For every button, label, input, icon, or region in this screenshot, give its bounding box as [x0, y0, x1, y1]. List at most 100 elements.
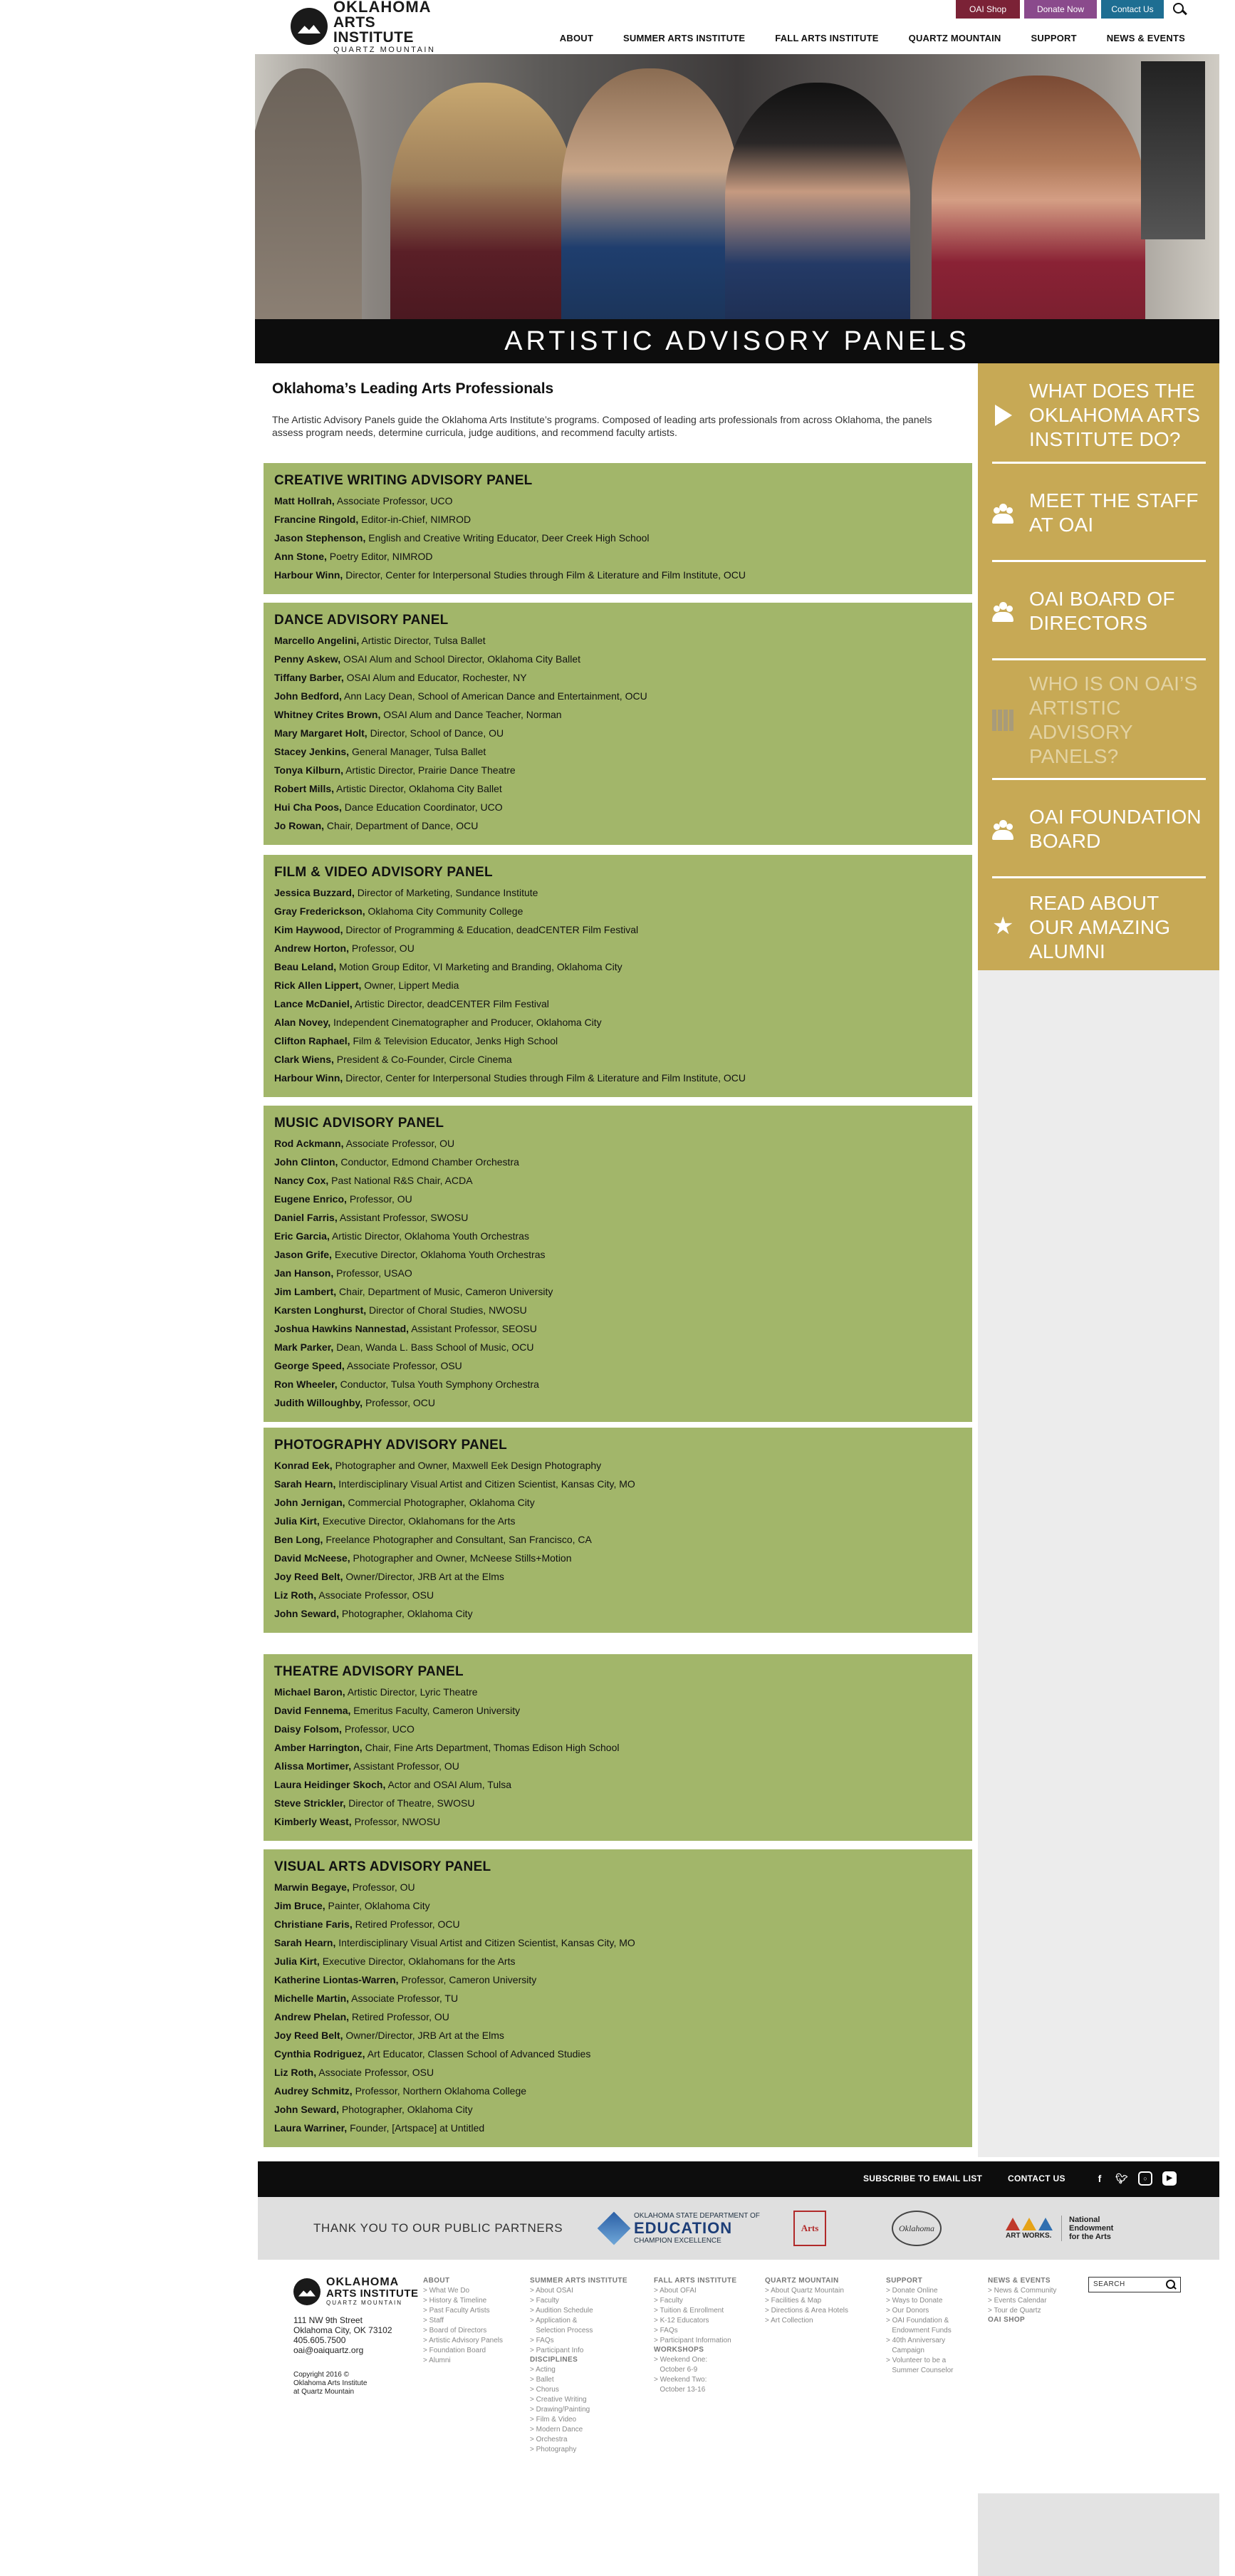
footer-column-heading[interactable]: QUARTZ MOUNTAIN	[765, 2277, 848, 2285]
footer-column-heading[interactable]: SUMMER ARTS INSTITUTE	[530, 2277, 627, 2285]
footer-link[interactable]: > About OFAI	[654, 2286, 737, 2296]
footer-link[interactable]: > Past Faculty Artists	[423, 2306, 503, 2316]
nea-logo[interactable]: ART WORKS. National Endowment for the Ar…	[1006, 2210, 1113, 2247]
footer-link[interactable]: Summer Counselor	[886, 2366, 953, 2376]
footer-link[interactable]: > Drawing/Painting	[530, 2405, 627, 2415]
footer-link[interactable]: > Our Donors	[886, 2306, 953, 2316]
footer-link[interactable]: > About Quartz Mountain	[765, 2286, 848, 2296]
footer-link[interactable]: > Creative Writing	[530, 2395, 627, 2405]
nav-quartz-mountain[interactable]: QUARTZ MOUNTAIN	[894, 33, 1016, 43]
nav-fall-arts-institute[interactable]: FALL ARTS INSTITUTE	[760, 33, 893, 43]
footer-link[interactable]: > Orchestra	[530, 2435, 627, 2445]
footer-search-input[interactable]: SEARCH	[1088, 2277, 1181, 2292]
panel-member: Laura Warriner, Founder, [Artspace] at U…	[274, 2119, 962, 2137]
member-role: Freelance Photographer and Consultant, S…	[325, 1534, 592, 1545]
member-name: Matt Hollrah,	[274, 495, 335, 507]
member-role: Professor, OU	[351, 942, 415, 954]
nav-news-events[interactable]: NEWS & EVENTS	[1092, 33, 1185, 43]
sidebar-item-meet-staff[interactable]: MEET THE STAFF AT OAI	[978, 470, 1219, 556]
footer-link[interactable]: Endowment Funds	[886, 2326, 953, 2336]
education-logo[interactable]: OKLAHOMA STATE DEPARTMENT OF EDUCATION C…	[597, 2210, 760, 2247]
footer-link[interactable]: > Directions & Area Hotels	[765, 2306, 848, 2316]
youtube-icon[interactable]: ▶	[1162, 2171, 1177, 2186]
footer-column-heading[interactable]: ABOUT	[423, 2277, 503, 2285]
oai-shop-button[interactable]: OAI Shop	[956, 0, 1020, 19]
footer-link[interactable]: > Alumni	[423, 2356, 503, 2366]
search-icon[interactable]	[1168, 0, 1189, 19]
footer-link[interactable]: > Donate Online	[886, 2286, 953, 2296]
nav-summer-arts-institute[interactable]: SUMMER ARTS INSTITUTE	[608, 33, 760, 43]
sidebar-item-alumni[interactable]: READ ABOUT OUR AMAZING ALUMNI	[978, 885, 1219, 970]
footer-link[interactable]: > Ballet	[530, 2375, 627, 2385]
footer-link[interactable]: > Artistic Advisory Panels	[423, 2336, 503, 2346]
nav-about[interactable]: ABOUT	[545, 33, 608, 43]
footer-link[interactable]: > K-12 Educators	[654, 2316, 737, 2326]
footer-column-heading[interactable]: OAI SHOP	[988, 2316, 1056, 2324]
footer-link[interactable]: > About OSAI	[530, 2286, 627, 2296]
footer-link[interactable]: > Volunteer to be a	[886, 2356, 953, 2366]
member-role: Assistant Professor, SEOSU	[411, 1323, 537, 1334]
footer-link[interactable]: > Events Calendar	[988, 2296, 1056, 2306]
footer-link[interactable]: > What We Do	[423, 2286, 503, 2296]
footer-link[interactable]: > News & Community	[988, 2286, 1056, 2296]
footer-column-heading[interactable]: DISCIPLINES	[530, 2356, 627, 2364]
footer-link[interactable]: > Film & Video	[530, 2415, 627, 2425]
footer-link[interactable]: > Weekend Two:	[654, 2375, 737, 2385]
footer-link[interactable]: > FAQs	[654, 2326, 737, 2336]
sidebar-item-board-of-directors[interactable]: OAI BOARD OF DIRECTORS	[978, 568, 1219, 654]
sidebar-item-advisory-panels[interactable]: WHO IS ON OAI’S ARTISTIC ADVISORY PANELS…	[978, 667, 1219, 774]
footer-link[interactable]: > Acting	[530, 2365, 627, 2375]
footer-column-heading[interactable]: NEWS & EVENTS	[988, 2277, 1056, 2285]
footer-link[interactable]: > Application &	[530, 2316, 627, 2326]
member-name: Jim Bruce,	[274, 1900, 325, 1911]
footer-link[interactable]: > History & Timeline	[423, 2296, 503, 2306]
search-icon[interactable]	[1166, 2280, 1176, 2290]
footer-link[interactable]: > Foundation Board	[423, 2346, 503, 2356]
donate-now-button[interactable]: Donate Now	[1024, 0, 1097, 19]
footer-logo[interactable]: OKLAHOMA ARTS INSTITUTE QUARTZ MOUNTAIN	[293, 2277, 419, 2306]
footer-link[interactable]: October 13-16	[654, 2385, 737, 2395]
facebook-icon[interactable]: f	[1093, 2171, 1107, 2186]
footer-column-heading[interactable]: FALL ARTS INSTITUTE	[654, 2277, 737, 2285]
footer-link[interactable]: > Facilities & Map	[765, 2296, 848, 2306]
utility-bar: OAI Shop Donate Now Contact Us	[956, 0, 1189, 19]
sidebar-item-what-oai-does[interactable]: WHAT DOES THE OKLAHOMA ARTS INSTITUTE DO…	[978, 373, 1219, 457]
twitter-icon[interactable]: 🐦︎	[1115, 2171, 1129, 2186]
footer-link[interactable]: > Participant Information	[654, 2336, 737, 2346]
subscribe-link[interactable]: SUBSCRIBE TO EMAIL LIST	[863, 2174, 982, 2183]
member-role: Photographer, Oklahoma City	[341, 1608, 473, 1619]
footer-link[interactable]: > Staff	[423, 2316, 503, 2326]
oklahoma-tourism-logo[interactable]: Oklahoma	[892, 2210, 942, 2247]
nav-support[interactable]: SUPPORT	[1016, 33, 1092, 43]
footer-link[interactable]: > Tuition & Enrollment	[654, 2306, 737, 2316]
footer-column-heading[interactable]: WORKSHOPS	[654, 2346, 737, 2354]
sidebar-item-foundation-board[interactable]: OAI FOUNDATION BOARD	[978, 786, 1219, 872]
footer-link[interactable]: > Participant Info	[530, 2346, 627, 2356]
footer-link[interactable]: > Art Collection	[765, 2316, 848, 2326]
footer-link[interactable]: > Chorus	[530, 2385, 627, 2395]
footer-link[interactable]: Selection Process	[530, 2326, 627, 2336]
arts-council-logo[interactable]: Arts	[793, 2210, 826, 2247]
footer-link[interactable]: > Ways to Donate	[886, 2296, 953, 2306]
footer-link[interactable]: Campaign	[886, 2346, 953, 2356]
footer-column-heading[interactable]: SUPPORT	[886, 2277, 953, 2285]
footer-link[interactable]: > 40th Anniversary	[886, 2336, 953, 2346]
footer-link[interactable]: > OAI Foundation &	[886, 2316, 953, 2326]
footer-link[interactable]: > Audition Schedule	[530, 2306, 627, 2316]
footer-phone[interactable]: 405.605.7500	[293, 2335, 392, 2345]
contact-link[interactable]: CONTACT US	[1008, 2174, 1065, 2183]
footer-link[interactable]: October 6-9	[654, 2365, 737, 2375]
footer-link[interactable]: > Faculty	[654, 2296, 737, 2306]
site-logo[interactable]: OKLAHOMA ARTS INSTITUTE QUARTZ MOUNTAIN	[291, 0, 440, 53]
footer-email[interactable]: oai@oaiquartz.org	[293, 2345, 392, 2355]
contact-us-button[interactable]: Contact Us	[1101, 0, 1164, 19]
instagram-icon[interactable]: ○	[1138, 2171, 1152, 2186]
footer-link[interactable]: > Modern Dance	[530, 2425, 627, 2435]
footer-link[interactable]: > Weekend One:	[654, 2355, 737, 2365]
footer-link[interactable]: > Board of Directors	[423, 2326, 503, 2336]
footer-link[interactable]: > FAQs	[530, 2336, 627, 2346]
footer-link[interactable]: > Faculty	[530, 2296, 627, 2306]
footer-link[interactable]: > Photography	[530, 2445, 627, 2455]
footer-link[interactable]: > Tour de Quartz	[988, 2306, 1056, 2316]
footer-column: ABOUT > What We Do > History & Timeline > P…	[423, 2277, 503, 2366]
